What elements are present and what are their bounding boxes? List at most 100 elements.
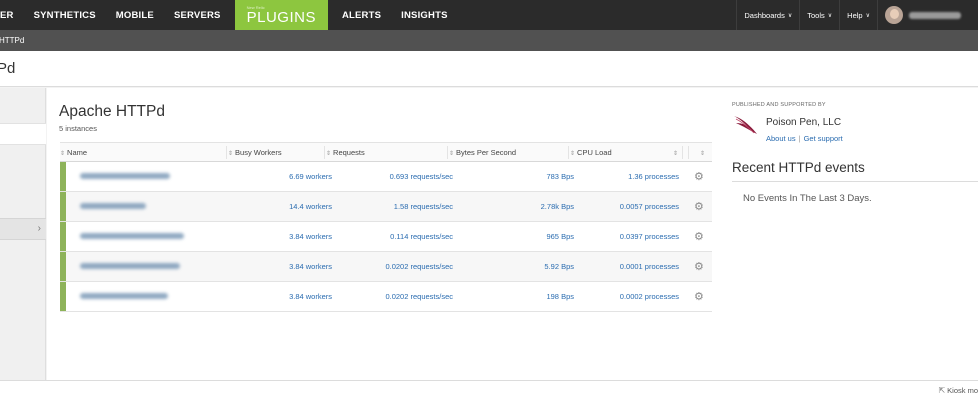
publisher-panel: PUBLISHED AND SUPPORTED BY Poison Pen, L… [732, 88, 978, 380]
sort-arrows-icon[interactable]: ⇕ [700, 148, 707, 157]
instances-table: ⇕ Name ⇕ Busy Workers ⇕ Requests ⇕ Bytes Per… [60, 142, 712, 312]
publisher-logo [734, 116, 757, 134]
page-title: Pd [0, 60, 16, 77]
chevron-down-icon: ∨ [865, 12, 870, 19]
events-title: Recent HTTPd events [732, 160, 978, 182]
app-title: Apache HTTPd [59, 103, 165, 120]
column-header-busy-workers[interactable]: ⇕ Busy Workers [228, 148, 282, 157]
column-header-name[interactable]: ⇕ Name [60, 148, 87, 157]
table-header: ⇕ Name ⇕ Busy Workers ⇕ Requests ⇕ Bytes Per… [60, 142, 712, 162]
about-us-link[interactable]: About us [766, 134, 796, 143]
instance-name-redacted[interactable] [80, 203, 146, 209]
column-header-requests[interactable]: ⇕ Requests [326, 148, 365, 157]
column-divider [568, 146, 569, 159]
status-bar [60, 282, 66, 311]
column-divider [688, 146, 689, 159]
plugins-label: PLUGINS [246, 9, 316, 26]
busy-workers-cell: 3.84 workers [289, 232, 332, 241]
cpu-cell: 0.0002 processes [619, 292, 679, 301]
busy-workers-cell: 6.69 workers [289, 172, 332, 181]
published-label: PUBLISHED AND SUPPORTED BY [732, 102, 826, 108]
sort-arrows-icon: ⇕ [326, 151, 332, 157]
link-separator: | [798, 134, 801, 143]
publisher-links: About us | Get support [766, 134, 843, 143]
dashboards-menu-label: Dashboards [744, 10, 785, 20]
table-row[interactable]: 3.84 workers 0.0202 requests/sec 198 Bps… [60, 282, 712, 312]
busy-workers-cell: 14.4 workers [289, 202, 332, 211]
table-row[interactable]: 6.69 workers 0.693 requests/sec 783 Bps … [60, 162, 712, 192]
status-bar [60, 222, 66, 251]
sort-arrows-icon: ⇕ [228, 151, 234, 157]
gear-icon[interactable]: ⚙ [694, 260, 704, 273]
column-divider [226, 146, 227, 159]
chevron-down-icon: ∨ [787, 12, 793, 19]
chevron-right-icon: › [37, 223, 41, 234]
gear-icon[interactable]: ⚙ [694, 170, 704, 183]
publisher-name: Poison Pen, LLC [766, 117, 842, 128]
breadcrumb: HTTPd [0, 36, 25, 45]
sort-arrows-icon[interactable]: ⇕ [673, 148, 680, 157]
user-menu[interactable] [877, 0, 978, 30]
gear-icon[interactable]: ⚙ [694, 200, 704, 213]
bytes-cell: 2.78k Bps [540, 202, 574, 211]
nav-item-alerts[interactable]: ALERTS [332, 0, 391, 30]
cpu-cell: 0.0057 processes [619, 202, 679, 211]
bytes-cell: 783 Bps [546, 172, 574, 181]
table-row[interactable]: 3.84 workers 0.114 requests/sec 965 Bps … [60, 222, 712, 252]
column-header-bytes-per-second[interactable]: ⇕ Bytes Per Second [449, 148, 516, 157]
instance-name-redacted[interactable] [80, 293, 168, 299]
instance-name-redacted[interactable] [80, 263, 180, 269]
nav-item-synthetics[interactable]: SYNTHETICS [24, 0, 106, 30]
status-bar [60, 192, 66, 221]
help-menu-label: Help [847, 10, 863, 20]
kiosk-mode-label: Kiosk mo [947, 386, 978, 395]
busy-workers-cell: 3.84 workers [289, 262, 332, 271]
chevron-down-icon: ∨ [827, 12, 833, 19]
requests-cell: 0.0202 requests/sec [385, 262, 453, 271]
requests-cell: 0.0202 requests/sec [385, 292, 453, 301]
sort-arrows-icon: ⇕ [449, 151, 455, 157]
table-row[interactable]: 3.84 workers 0.0202 requests/sec 5.92 Bp… [60, 252, 712, 282]
bytes-cell: 5.92 Bps [544, 262, 574, 271]
nav-item-servers[interactable]: SERVERS [164, 0, 231, 30]
expand-icon: ⇱ [938, 386, 946, 395]
instance-count: 5 instances [59, 124, 97, 133]
requests-cell: 0.693 requests/sec [389, 172, 453, 181]
tools-menu[interactable]: Tools ∨ [799, 0, 839, 30]
dashboards-menu[interactable]: Dashboards ∨ [736, 0, 799, 30]
page-title-bar: Pd [0, 51, 978, 87]
sort-arrows-icon: ⇕ [60, 151, 66, 157]
gear-icon[interactable]: ⚙ [694, 230, 704, 243]
bytes-cell: 965 Bps [546, 232, 574, 241]
status-bar [60, 252, 66, 281]
requests-cell: 0.114 requests/sec [390, 232, 453, 241]
nav-item-plugins[interactable]: New Relic PLUGINS [234, 0, 328, 30]
bytes-cell: 198 Bps [546, 292, 574, 301]
sidebar-item-selected[interactable] [0, 123, 46, 145]
top-navigation: ER SYNTHETICS MOBILE SERVERS New Relic P… [0, 0, 978, 30]
kiosk-mode-button[interactable]: ⇱ Kiosk mo [938, 386, 978, 395]
column-header-cpu-load[interactable]: ⇕ CPU Load [570, 148, 612, 157]
sidebar-expand-item[interactable]: › [0, 218, 46, 240]
table-row[interactable]: 14.4 workers 1.58 requests/sec 2.78k Bps… [60, 192, 712, 222]
avatar [885, 6, 903, 24]
column-divider [682, 146, 683, 159]
column-divider [447, 146, 448, 159]
instance-name-redacted[interactable] [80, 233, 184, 239]
get-support-link[interactable]: Get support [804, 134, 843, 143]
nav-item-insights[interactable]: INSIGHTS [391, 0, 457, 30]
username-redacted [909, 11, 961, 19]
nav-item-truncated[interactable]: ER [0, 0, 24, 30]
tools-menu-label: Tools [807, 10, 825, 20]
busy-workers-cell: 3.84 workers [289, 292, 332, 301]
cpu-cell: 1.36 processes [628, 172, 679, 181]
requests-cell: 1.58 requests/sec [393, 202, 453, 211]
help-menu[interactable]: Help ∨ [839, 0, 877, 30]
sidebar: › [0, 88, 46, 380]
cpu-cell: 0.0001 processes [619, 262, 679, 271]
instance-name-redacted[interactable] [80, 173, 170, 179]
nav-right-menus: Dashboards ∨ Tools ∨ Help ∨ [736, 0, 978, 30]
gear-icon[interactable]: ⚙ [694, 290, 704, 303]
nav-item-mobile[interactable]: MOBILE [106, 0, 164, 30]
status-bar [60, 162, 66, 191]
